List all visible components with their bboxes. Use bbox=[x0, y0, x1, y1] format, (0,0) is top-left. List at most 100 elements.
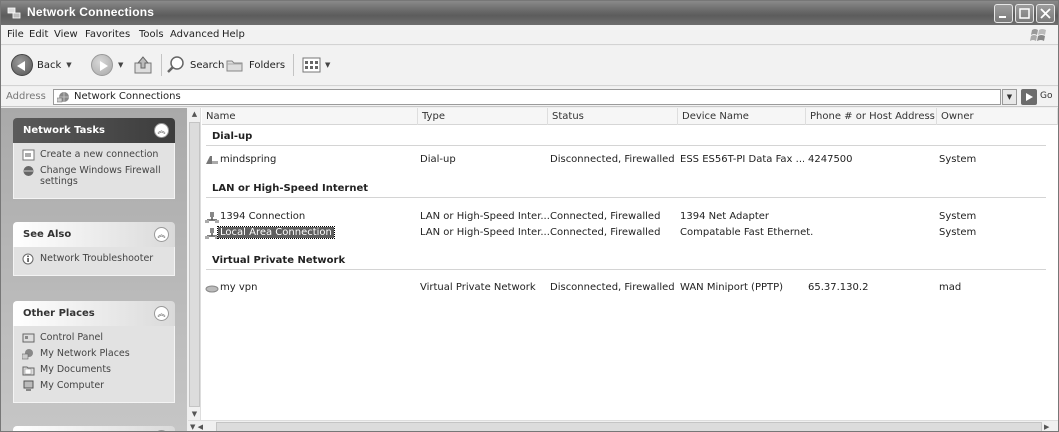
cell-type: Virtual Private Network bbox=[420, 282, 536, 293]
task-network-troubleshooter-label: Network Troubleshooter bbox=[40, 253, 154, 264]
scroll-right-icon[interactable]: ▶ bbox=[1044, 421, 1056, 431]
computer-icon bbox=[23, 380, 34, 391]
column-name[interactable]: Name bbox=[202, 108, 418, 125]
lan-connection-icon bbox=[205, 228, 219, 239]
cell-device: Compatable Fast Ethernet. bbox=[680, 227, 814, 238]
close-button[interactable] bbox=[1036, 4, 1055, 23]
table-row[interactable]: my vpn Virtual Private Network Disconnec… bbox=[202, 281, 1058, 296]
task-pane: Network Tasks ︽ Create a new connection … bbox=[1, 108, 187, 431]
group-divider bbox=[206, 197, 1046, 198]
search-button[interactable]: Search bbox=[166, 52, 224, 78]
network-tasks-header[interactable]: Network Tasks ︽ bbox=[13, 118, 175, 143]
vertical-scroll-thumb[interactable] bbox=[189, 122, 200, 407]
address-input[interactable]: Network Connections bbox=[53, 89, 1001, 105]
column-device-name[interactable]: Device Name bbox=[678, 108, 806, 125]
back-button[interactable]: Back ▼ bbox=[11, 52, 72, 78]
cell-status: Connected, Firewalled bbox=[550, 227, 661, 238]
horizontal-scroll-thumb[interactable] bbox=[216, 422, 1042, 431]
network-places-icon bbox=[22, 349, 33, 360]
folders-label: Folders bbox=[249, 59, 286, 71]
task-firewall-settings[interactable]: Change Windows Firewall settings bbox=[22, 165, 166, 187]
menu-bar: File Edit View Favorites Tools Advanced … bbox=[1, 25, 1058, 45]
horizontal-scrollbar[interactable]: ▼ ◀ ▶ bbox=[188, 420, 1058, 431]
place-control-panel[interactable]: Control Panel bbox=[22, 332, 166, 343]
forward-arrow-icon bbox=[91, 54, 113, 76]
folders-icon bbox=[226, 60, 243, 72]
place-my-documents[interactable]: My Documents bbox=[22, 364, 166, 376]
cell-name: my vpn bbox=[220, 282, 258, 293]
go-label[interactable]: Go bbox=[1040, 91, 1052, 101]
cell-type: Dial-up bbox=[420, 154, 456, 165]
task-network-troubleshooter[interactable]: Network Troubleshooter bbox=[22, 253, 166, 265]
cell-phone: 4247500 bbox=[808, 154, 853, 165]
task-create-connection-label: Create a new connection bbox=[40, 149, 159, 160]
collapse-chevron-icon[interactable]: ︽ bbox=[154, 123, 169, 138]
menu-favorites[interactable]: Favorites bbox=[85, 29, 130, 40]
minimize-button[interactable] bbox=[994, 4, 1013, 23]
go-arrow-icon[interactable] bbox=[1021, 89, 1037, 105]
address-dropdown-button[interactable]: ▼ bbox=[1002, 89, 1017, 105]
views-dropdown-icon[interactable]: ▼ bbox=[325, 61, 330, 69]
new-connection-icon bbox=[22, 149, 35, 161]
column-status[interactable]: Status bbox=[548, 108, 678, 125]
table-row[interactable]: 1394 Connection LAN or High-Speed Inter.… bbox=[202, 210, 1058, 225]
maximize-button[interactable] bbox=[1015, 4, 1034, 23]
forward-button[interactable]: ▼ bbox=[91, 52, 123, 78]
toolbar-separator bbox=[161, 54, 162, 76]
back-arrow-icon bbox=[11, 54, 33, 76]
network-connections-icon bbox=[7, 7, 21, 19]
back-dropdown-icon[interactable]: ▼ bbox=[66, 61, 71, 69]
task-create-connection[interactable]: Create a new connection bbox=[22, 149, 166, 161]
maximize-icon bbox=[1019, 8, 1030, 19]
cell-name: Local Area Connection bbox=[217, 226, 335, 239]
cell-owner: System bbox=[939, 227, 977, 238]
place-my-computer[interactable]: My Computer bbox=[22, 380, 166, 391]
table-row-selected[interactable]: Local Area Connection LAN or High-Speed … bbox=[202, 226, 1058, 241]
views-grid-icon bbox=[302, 57, 321, 73]
address-bar: Address Network Connections ▼ Go bbox=[1, 87, 1058, 107]
title-bar[interactable]: Network Connections bbox=[1, 1, 1058, 25]
other-places-header[interactable]: Other Places ︽ bbox=[13, 301, 175, 326]
cell-type: LAN or High-Speed Inter... bbox=[420, 227, 550, 238]
table-row[interactable]: mindspring Dial-up Disconnected, Firewal… bbox=[202, 153, 1058, 168]
scroll-left-icon[interactable]: ▼ ◀ bbox=[188, 421, 214, 431]
place-my-computer-label: My Computer bbox=[40, 380, 105, 391]
scroll-up-icon[interactable]: ▲ bbox=[188, 108, 201, 121]
menu-tools[interactable]: Tools bbox=[139, 29, 164, 40]
column-owner[interactable]: Owner bbox=[937, 108, 1058, 125]
window-title: Network Connections bbox=[27, 5, 155, 19]
place-my-network-places[interactable]: My Network Places bbox=[22, 348, 166, 360]
scroll-down-icon[interactable]: ▼ bbox=[188, 408, 201, 420]
details-header[interactable]: ︽ bbox=[13, 426, 175, 431]
menu-view[interactable]: View bbox=[54, 29, 78, 40]
menu-file[interactable]: File bbox=[7, 29, 24, 40]
toolbar-separator bbox=[293, 54, 294, 76]
folders-button[interactable]: Folders bbox=[225, 52, 285, 78]
menu-edit[interactable]: Edit bbox=[29, 29, 48, 40]
forward-dropdown-icon[interactable]: ▼ bbox=[118, 61, 123, 69]
documents-folder-icon bbox=[22, 366, 35, 376]
lan-connection-icon bbox=[205, 212, 219, 223]
see-also-header[interactable]: See Also ︽ bbox=[13, 222, 175, 247]
address-value: Network Connections bbox=[74, 91, 181, 102]
place-my-network-places-label: My Network Places bbox=[40, 348, 130, 359]
minimize-icon bbox=[999, 16, 1006, 18]
network-globe-icon bbox=[57, 92, 69, 103]
back-label: Back bbox=[37, 59, 62, 71]
explorer-window: Network Connections File Edit View Favor… bbox=[0, 0, 1059, 432]
column-type[interactable]: Type bbox=[418, 108, 548, 125]
collapse-chevron-icon[interactable]: ︽ bbox=[154, 227, 169, 242]
cell-phone: 65.37.130.2 bbox=[808, 282, 869, 293]
search-icon bbox=[167, 56, 184, 73]
menu-advanced[interactable]: Advanced bbox=[170, 29, 219, 40]
dial-up-icon bbox=[206, 156, 218, 164]
group-divider bbox=[206, 145, 1046, 146]
menu-help[interactable]: Help bbox=[222, 29, 245, 40]
vpn-connection-icon bbox=[205, 285, 219, 293]
views-button[interactable]: ▼ bbox=[301, 52, 330, 78]
cell-owner: System bbox=[939, 211, 977, 222]
collapse-chevron-icon[interactable]: ︽ bbox=[154, 306, 169, 321]
column-phone-host[interactable]: Phone # or Host Address bbox=[806, 108, 937, 125]
vertical-scrollbar[interactable]: ▲ ▼ bbox=[188, 108, 201, 420]
up-folder-button[interactable] bbox=[132, 52, 156, 78]
